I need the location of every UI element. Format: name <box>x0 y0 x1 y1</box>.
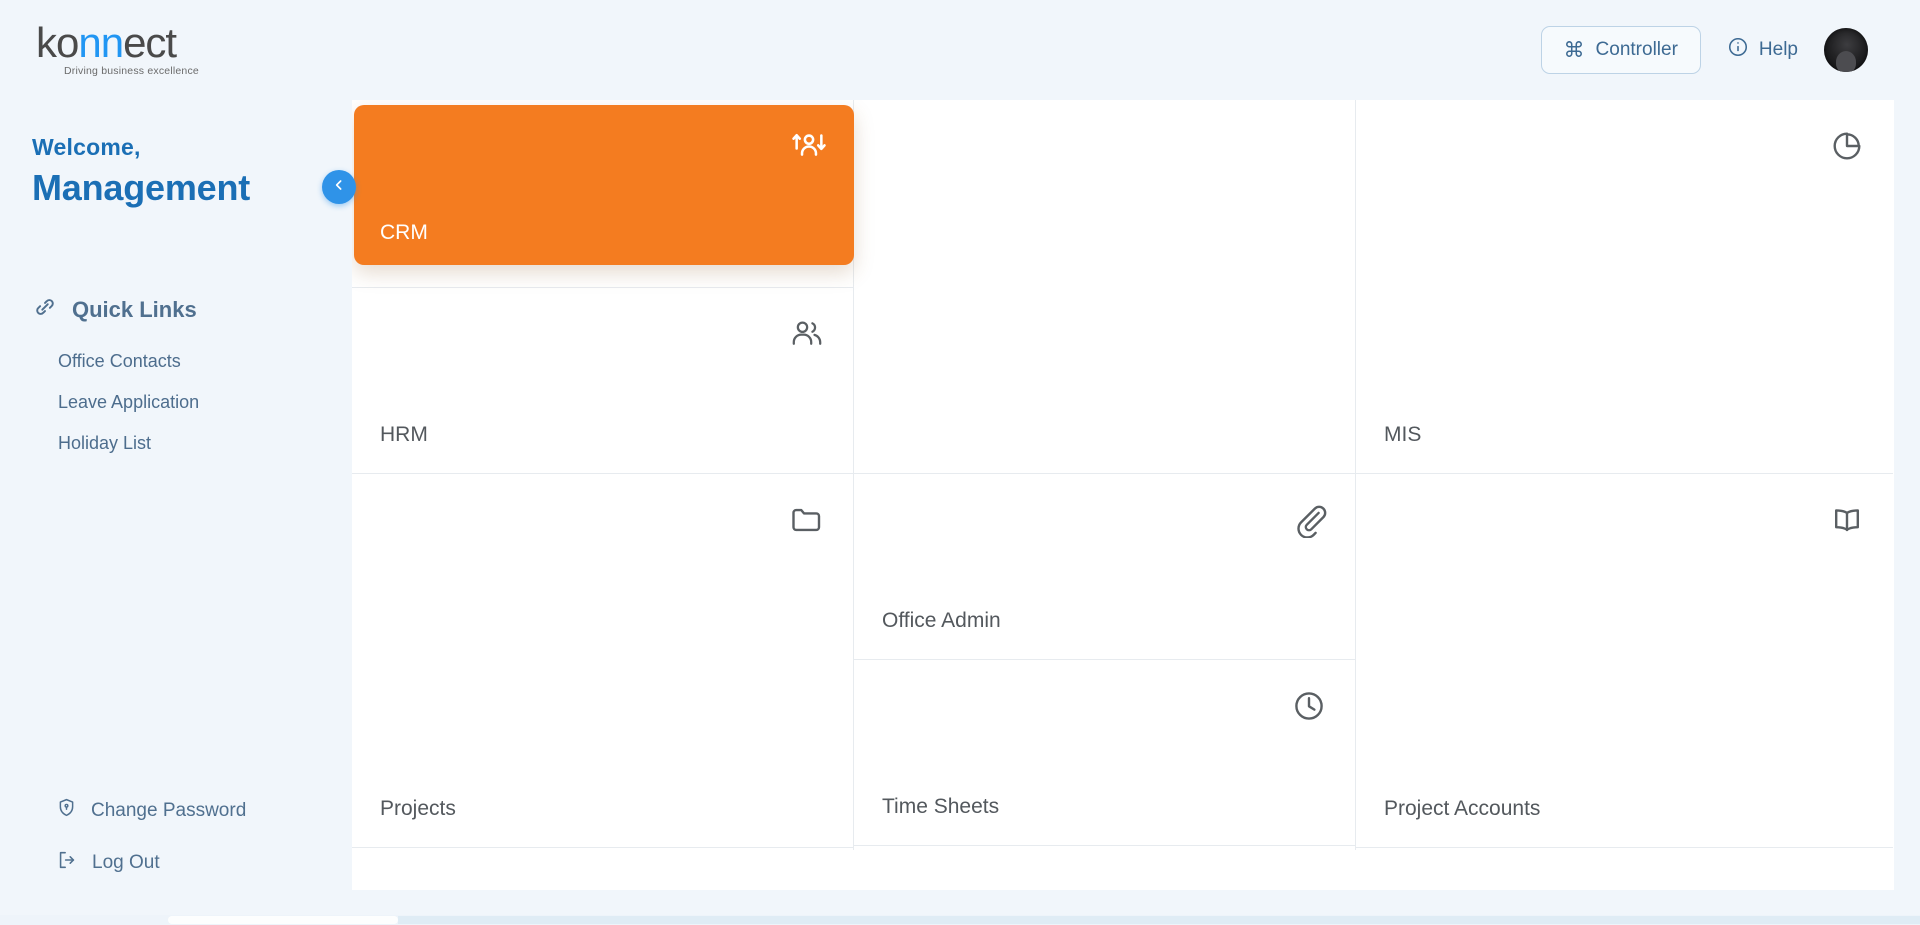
open-book-icon <box>1829 502 1865 538</box>
module-tile-projects[interactable]: Projects <box>352 474 853 848</box>
module-tile-crm[interactable]: CRM <box>354 105 854 265</box>
scrollbar-thumb[interactable] <box>168 916 398 924</box>
quick-link-office-contacts[interactable]: Office Contacts <box>58 351 181 372</box>
quick-links-title: Quick Links <box>72 296 197 322</box>
info-circle-icon <box>1727 36 1749 64</box>
shield-key-icon <box>56 797 77 824</box>
quick-link-leave-application[interactable]: Leave Application <box>58 392 199 413</box>
chevron-left-icon <box>331 177 347 198</box>
users-group-icon <box>789 316 825 352</box>
quick-links-list: Office Contacts Leave Application Holida… <box>32 351 352 454</box>
quick-link-holiday-list[interactable]: Holiday List <box>58 433 151 454</box>
panel-bottom-padding <box>352 850 1894 890</box>
modules-grid: HRM Projects Office Admin Time Sheets MI… <box>352 100 1894 850</box>
horizontal-scrollbar[interactable] <box>0 915 1920 925</box>
sidebar-collapse-button[interactable] <box>322 170 356 204</box>
controller-button-label: Controller <box>1595 39 1678 60</box>
controller-button[interactable]: ⌘ Controller <box>1540 26 1701 74</box>
modules-panel: HRM Projects Office Admin Time Sheets MI… <box>352 100 1894 890</box>
logout-icon <box>56 849 78 877</box>
command-icon: ⌘ <box>1563 38 1585 62</box>
logo-text-mid: nn <box>78 18 124 66</box>
app-header: konnect Driving business excellence ⌘ Co… <box>0 0 1920 100</box>
logo-wordmark: konnect <box>36 21 177 63</box>
log-out-label: Log Out <box>92 852 160 873</box>
user-transfer-icon <box>790 127 828 165</box>
module-tile-mis-slot-left2 <box>854 288 1355 474</box>
module-label-project-accounts: Project Accounts <box>1384 797 1541 820</box>
module-label-mis: MIS <box>1384 423 1422 446</box>
logo-text-right: ect <box>123 18 177 66</box>
module-label-office-admin: Office Admin <box>882 609 1001 632</box>
paperclip-icon <box>1291 502 1327 539</box>
help-button-label: Help <box>1758 39 1798 60</box>
module-tile-time-sheets[interactable]: Time Sheets <box>854 660 1355 846</box>
change-password-label: Change Password <box>91 799 247 821</box>
log-out-button[interactable]: Log Out <box>56 849 246 877</box>
clock-icon <box>1291 688 1327 724</box>
sidebar-bottom-actions: Change Password Log Out <box>56 797 246 877</box>
module-tile-mis[interactable]: MIS <box>1356 100 1893 474</box>
modules-column-middle: Office Admin Time Sheets <box>854 100 1356 850</box>
user-name: Management <box>32 167 251 208</box>
user-avatar[interactable] <box>1824 28 1868 72</box>
module-tile-project-accounts[interactable]: Project Accounts <box>1356 474 1893 848</box>
folder-icon <box>789 502 825 538</box>
module-label-hrm: HRM <box>380 423 428 446</box>
module-tile-office-admin[interactable]: Office Admin <box>854 474 1355 660</box>
module-label-crm: CRM <box>380 221 428 244</box>
change-password-button[interactable]: Change Password <box>56 797 246 824</box>
modules-column-right: MIS Project Accounts <box>1356 100 1893 850</box>
dashboard-page: konnect Driving business excellence ⌘ Co… <box>0 0 1920 925</box>
link-chain-icon <box>32 294 58 325</box>
header-actions: ⌘ Controller Help <box>1540 26 1868 74</box>
module-tile-hrm[interactable]: HRM <box>352 288 853 474</box>
module-label-time-sheets: Time Sheets <box>882 795 1000 818</box>
brand-logo[interactable]: konnect Driving business excellence <box>34 21 199 78</box>
logo-text-left: ko <box>36 18 79 66</box>
module-tile-mis-slot-left <box>854 100 1355 288</box>
logo-tagline: Driving business excellence <box>64 65 199 78</box>
pie-chart-icon <box>1829 128 1865 164</box>
quick-links-header: Quick Links <box>32 294 352 325</box>
sidebar: Welcome, Management Quick Links Office C… <box>0 100 352 925</box>
help-button[interactable]: Help <box>1727 36 1798 64</box>
scrollbar-track[interactable] <box>398 916 1920 924</box>
module-label-projects: Projects <box>380 797 456 820</box>
welcome-label: Welcome, <box>32 134 141 160</box>
